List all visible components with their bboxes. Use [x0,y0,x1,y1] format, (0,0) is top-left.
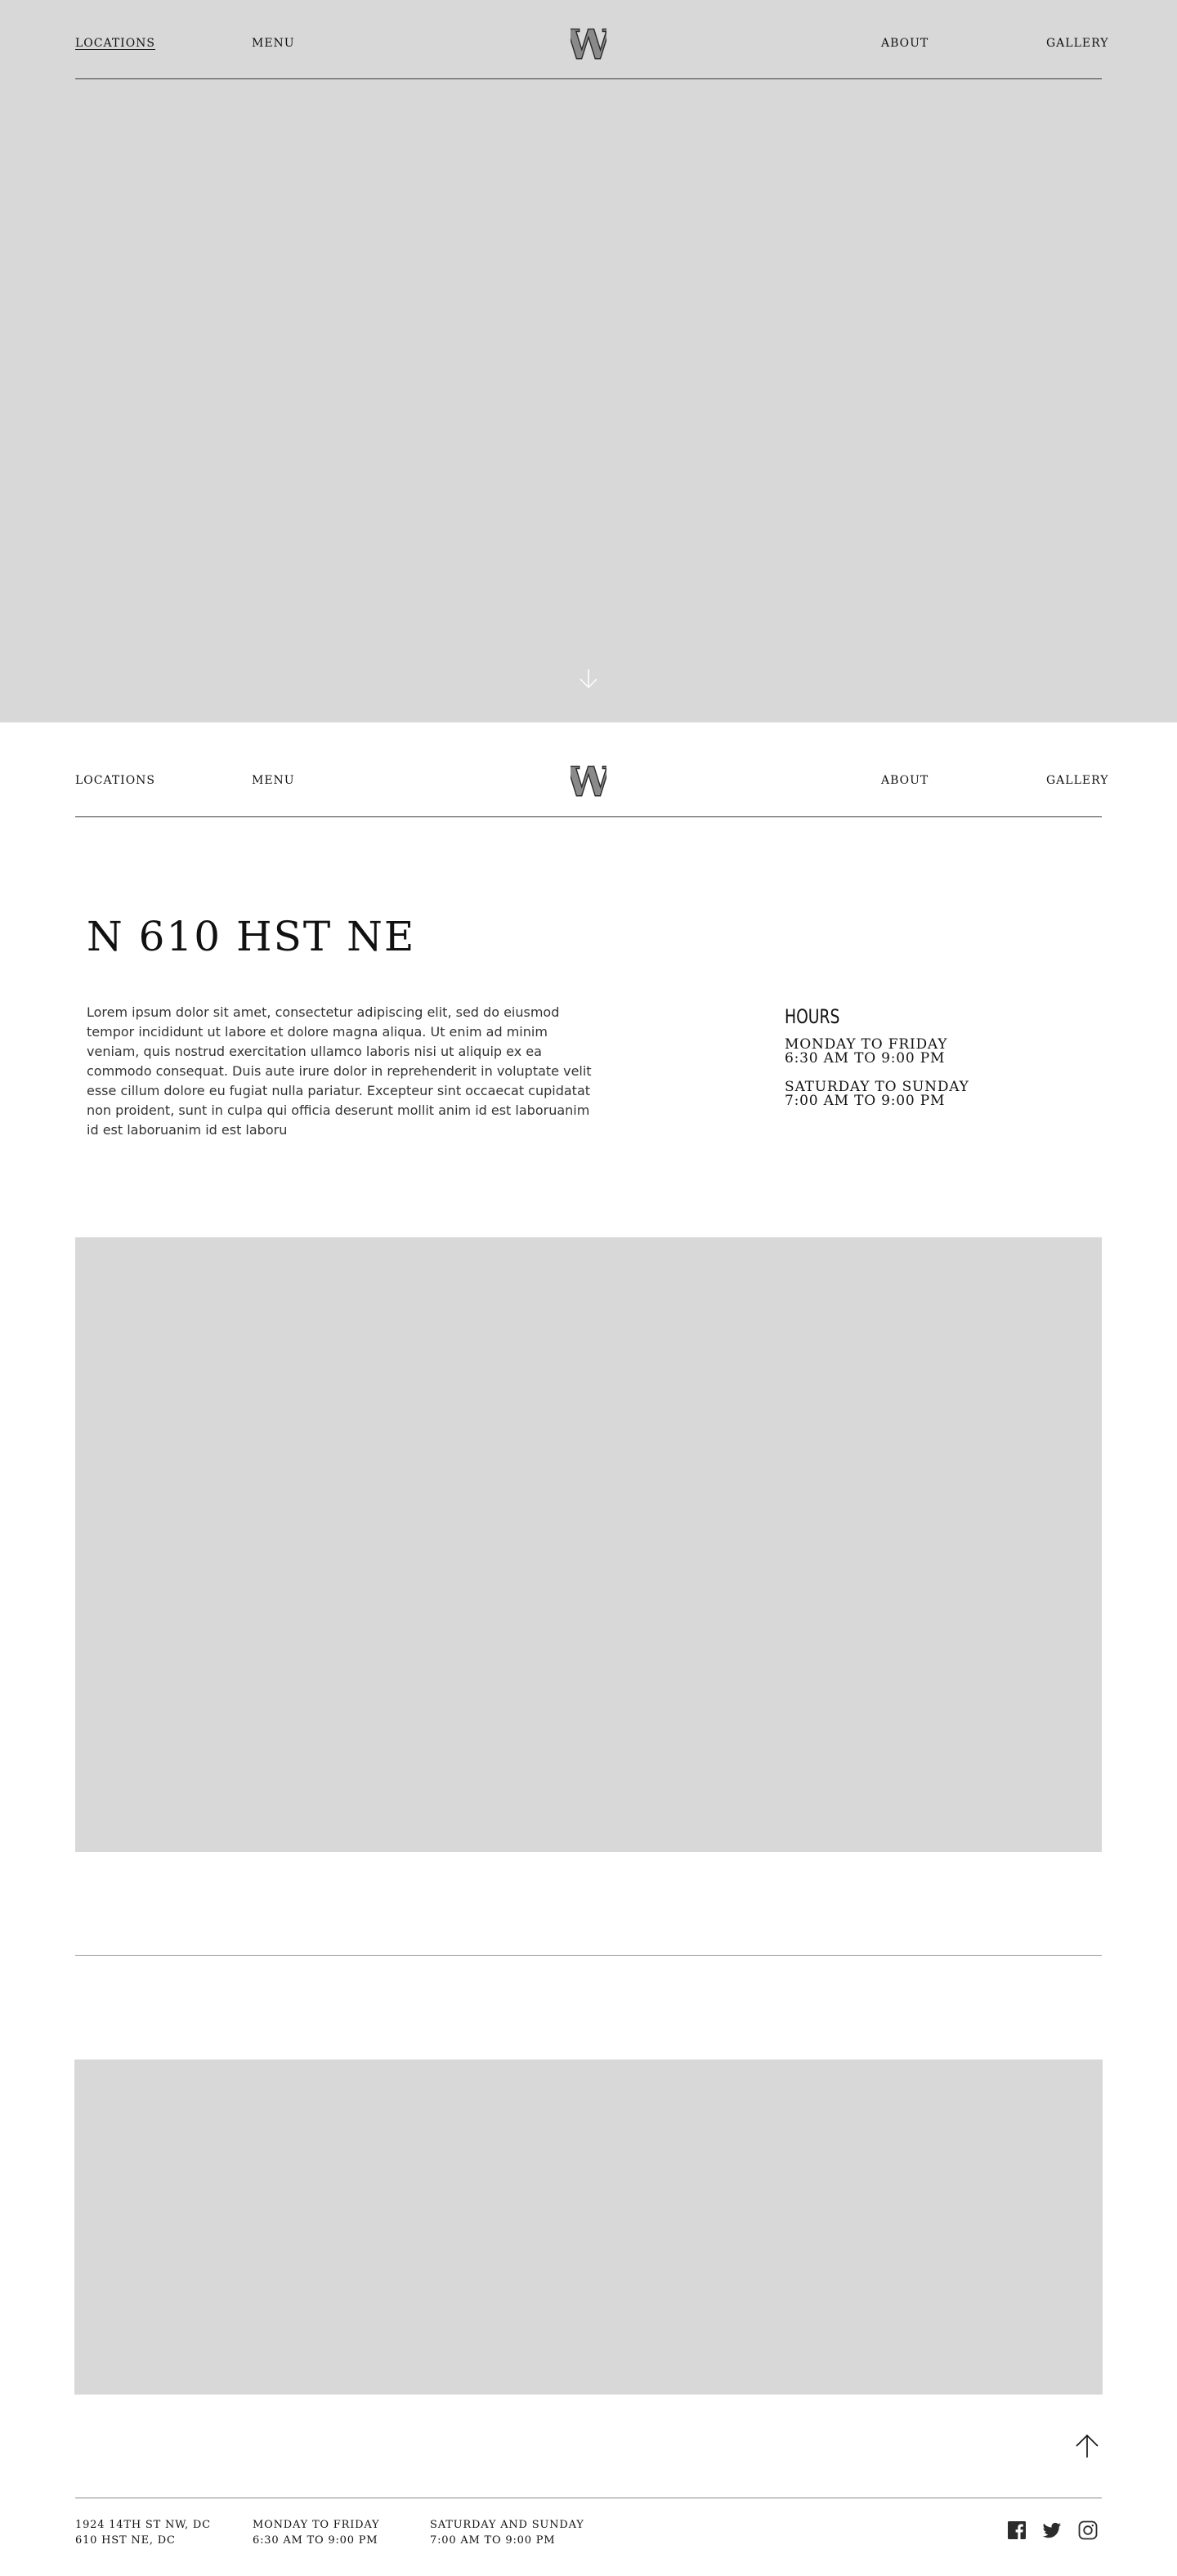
nav-link-menu[interactable]: MENU [252,773,295,788]
footer-addresses: 1924 14TH ST NW, DC 610 HST NE, DC [75,2517,211,2548]
hours-weekday: MONDAY TO FRIDAY 6:30 AM TO 9:00 PM [785,1038,1079,1066]
nav-link-about[interactable]: ABOUT [881,36,929,51]
gallery-image-placeholder [74,2059,1103,2395]
footer-hours-weekend: SATURDAY AND SUNDAY 7:00 AM TO 9:00 PM [430,2517,584,2548]
scroll-down-button[interactable] [577,667,600,690]
hours-weekday-time: 6:30 AM TO 9:00 PM [785,1050,946,1067]
logo-w-mark: W [564,757,612,806]
logo-w-mark: W [564,20,612,69]
nav-link-gallery[interactable]: GALLERY [1046,36,1108,51]
footer-address-2: 610 HST NE, DC [75,2534,176,2547]
facebook-icon [1008,2521,1026,2539]
nav-link-about[interactable]: ABOUT [881,773,929,788]
hours-weekend-time: 7:00 AM TO 9:00 PM [785,1093,946,1109]
section-divider [75,1955,1102,1956]
footer-weekend-label: SATURDAY AND SUNDAY [430,2519,584,2531]
hours-heading: HOURS [785,1005,840,1028]
nav-link-menu[interactable]: MENU [252,36,295,51]
instagram-link[interactable] [1078,2520,1098,2540]
footer-weekday-label: MONDAY TO FRIDAY [253,2519,380,2531]
twitter-link[interactable] [1042,2520,1062,2540]
svg-text:W: W [571,25,606,64]
twitter-icon [1042,2522,1061,2538]
logo[interactable]: W [564,757,612,806]
nav-link-locations[interactable]: LOCATIONS [75,773,155,788]
logo[interactable]: W [564,20,612,69]
instagram-icon [1078,2520,1098,2540]
footer-address-1: 1924 14TH ST NW, DC [75,2519,211,2531]
footer-weekend-time: 7:00 AM TO 9:00 PM [430,2534,556,2547]
nav-link-locations[interactable]: LOCATIONS [75,36,155,51]
arrow-up-icon [1076,2434,1099,2457]
footer-weekday-time: 6:30 AM TO 9:00 PM [253,2534,378,2547]
hero-image-placeholder [0,0,1177,722]
location-title: N 610 HST NE [87,913,416,960]
back-to-top-button[interactable] [1073,2432,1101,2460]
hours-weekend: SATURDAY TO SUNDAY 7:00 AM TO 9:00 PM [785,1080,1079,1108]
footer-hours-weekday: MONDAY TO FRIDAY 6:30 AM TO 9:00 PM [253,2517,379,2548]
location-description: Lorem ipsum dolor sit amet, consectetur … [87,1004,592,1138]
arrow-down-icon [580,669,597,689]
location-image-placeholder [75,1237,1102,1852]
svg-text:W: W [571,762,606,801]
facebook-link[interactable] [1007,2520,1027,2540]
nav-link-gallery[interactable]: GALLERY [1046,773,1108,788]
nav-divider [75,78,1102,79]
nav-divider [75,816,1102,817]
